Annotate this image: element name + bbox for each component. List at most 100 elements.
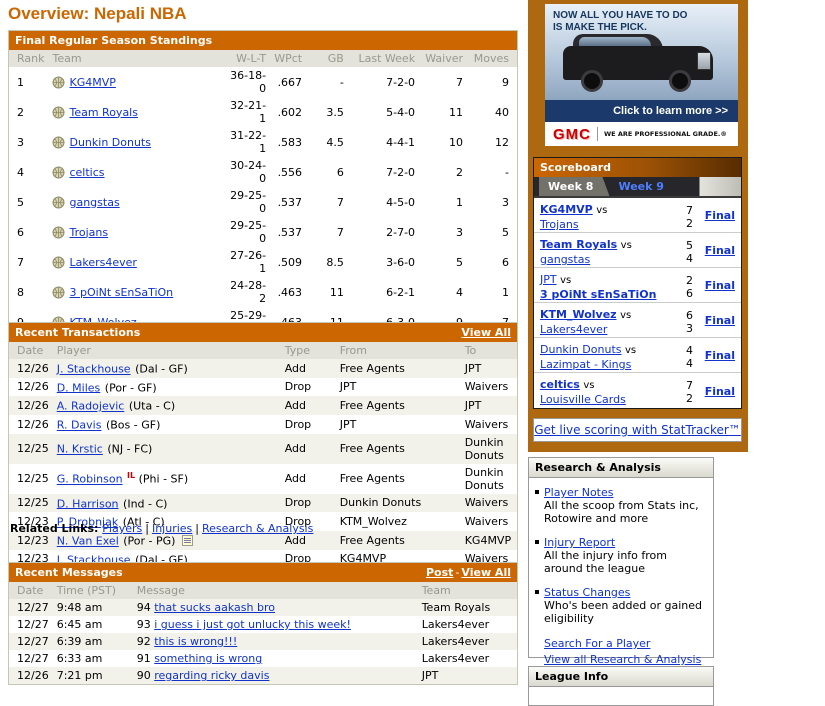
rank-cell: 7: [9, 247, 48, 277]
moves-cell: 40: [467, 97, 517, 127]
research-item-link[interactable]: Status Changes: [544, 586, 630, 599]
related-link-injuries[interactable]: Injuries: [152, 522, 192, 535]
post-message-link[interactable]: Post: [426, 566, 453, 579]
matchup-team1-link[interactable]: KTM_Wolvez: [540, 308, 617, 321]
team-link[interactable]: gangstas: [69, 196, 119, 209]
message-title-link[interactable]: this is wrong!!!: [154, 635, 237, 648]
gb-cell: 8.5: [306, 247, 348, 277]
player-link[interactable]: D. Harrison: [57, 497, 119, 510]
matchup-team2-link[interactable]: Louisville Cards: [540, 393, 626, 406]
team-link[interactable]: Trojans: [69, 226, 108, 239]
team-link[interactable]: Lakers4ever: [69, 256, 136, 269]
col-msg-date: Date: [9, 582, 53, 599]
matchup-final-link[interactable]: Final: [705, 279, 735, 292]
matchup-final-link[interactable]: Final: [705, 349, 735, 362]
transaction-to[interactable]: Waivers: [465, 380, 509, 393]
search-for-player-link[interactable]: Search For a Player: [544, 637, 650, 650]
message-date: 12/27: [9, 650, 53, 667]
transaction-from[interactable]: Free Agents: [340, 534, 405, 547]
matchup-team1-link[interactable]: KG4MVP: [540, 203, 593, 216]
matchup-team2-link[interactable]: gangstas: [540, 253, 590, 266]
related-link-research[interactable]: Research & Analysis: [202, 522, 313, 535]
transaction-from[interactable]: JPT: [340, 418, 357, 431]
matchup-score1: 4: [679, 344, 693, 357]
research-items: Player Notes All the scoop from Stats in…: [535, 486, 707, 625]
message-number: 94: [137, 601, 151, 614]
transaction-to[interactable]: JPT: [465, 362, 482, 375]
tab-week-9[interactable]: Week 9: [609, 177, 675, 196]
messages-view-all-link[interactable]: View All: [461, 566, 511, 579]
matchup-final-link[interactable]: Final: [705, 385, 735, 398]
transaction-from[interactable]: Free Agents: [340, 399, 405, 412]
ad-brand-strip: GMC WE ARE PROFESSIONAL GRADE.®: [545, 122, 738, 146]
transaction-to[interactable]: KG4MVP: [465, 534, 511, 547]
team-link[interactable]: Dunkin Donuts: [69, 136, 151, 149]
transaction-from[interactable]: Free Agents: [340, 442, 405, 455]
transactions-view-all-link[interactable]: View All: [461, 326, 511, 339]
view-all-research-link[interactable]: View all Research & Analysis: [544, 653, 701, 666]
player-link[interactable]: R. Davis: [57, 419, 102, 432]
message-title-link[interactable]: something is wrong: [154, 652, 262, 665]
col-waiver: Waiver: [419, 50, 467, 67]
message-row: 12/27 6:39 am 92 this is wrong!!! Lakers…: [9, 633, 517, 650]
message-title-link[interactable]: regarding ricky davis: [154, 669, 269, 682]
message-team: Lakers4ever: [418, 650, 517, 667]
player-link[interactable]: D. Miles: [57, 381, 101, 394]
message-title-link[interactable]: i guess i just got unlucky this week!: [154, 618, 351, 631]
player-note-icon[interactable]: [182, 535, 193, 546]
bullet-icon: [535, 540, 539, 544]
matchup-score1: 7: [679, 204, 693, 217]
matchup-team2-link[interactable]: 3 pOiNt sEnSaTiOn: [540, 288, 656, 301]
team-link[interactable]: celtics: [69, 166, 104, 179]
transaction-from[interactable]: Free Agents: [340, 362, 405, 375]
matchup-team1-link[interactable]: JPT: [540, 273, 557, 286]
matchup-team2-link[interactable]: Lazimpat - Kings: [540, 358, 631, 371]
ad-headline: NOW ALL YOU HAVE TO DO IS MAKE THE PICK.: [553, 10, 687, 34]
transaction-to[interactable]: Waivers: [465, 418, 509, 431]
player-link[interactable]: A. Radojevic: [57, 400, 125, 413]
ad-cta-button[interactable]: Click to learn more >>: [545, 100, 738, 122]
matchup-team2-link[interactable]: Lakers4ever: [540, 323, 607, 336]
matchup-team1-link[interactable]: Team Royals: [540, 238, 617, 251]
research-item-link[interactable]: Player Notes: [544, 486, 614, 499]
team-link[interactable]: KG4MVP: [69, 76, 115, 89]
matchup-final-link[interactable]: Final: [705, 244, 735, 257]
message-title-link[interactable]: that sucks aakash bro: [154, 601, 275, 614]
research-panel: Research & Analysis Player Notes All the…: [528, 457, 714, 658]
moves-cell: 5: [467, 217, 517, 247]
stattracker-link[interactable]: Get live scoring with StatTracker™: [534, 423, 741, 437]
transaction-from[interactable]: Free Agents: [340, 472, 405, 485]
player-link[interactable]: J. Stackhouse: [57, 363, 131, 376]
player-link[interactable]: G. Robinson: [57, 473, 123, 486]
transaction-from[interactable]: Dunkin Donuts: [340, 496, 422, 509]
matchup-final-link[interactable]: Final: [705, 314, 735, 327]
player-link[interactable]: N. Van Exel: [57, 535, 119, 548]
team-link[interactable]: 3 pOiNt sEnSaTiOn: [69, 286, 173, 299]
transaction-type: Add: [281, 396, 336, 415]
matchup-team2-link[interactable]: Trojans: [540, 218, 579, 231]
moves-cell: 9: [467, 67, 517, 97]
tab-week-8[interactable]: Week 8: [539, 177, 609, 196]
related-link-players[interactable]: Players: [102, 522, 142, 535]
wlt-cell: 24-28-2: [224, 277, 271, 307]
transaction-to[interactable]: Dunkin Donuts: [465, 466, 504, 492]
transaction-from[interactable]: JPT: [340, 380, 357, 393]
matchup-team1-link[interactable]: celtics: [540, 378, 580, 391]
scoreboard-panel: Scoreboard Week 8 Week 9 KG4MVP vs Troja…: [533, 157, 742, 409]
transaction-to[interactable]: Waivers: [465, 496, 509, 509]
transaction-to[interactable]: JPT: [465, 399, 482, 412]
gmc-ad-banner[interactable]: NOW ALL YOU HAVE TO DO IS MAKE THE PICK.…: [545, 4, 738, 146]
transaction-date: 12/25: [9, 494, 53, 513]
team-link[interactable]: Team Royals: [69, 106, 138, 119]
messenger-basketball-icon: [52, 136, 65, 149]
matchup-final-link[interactable]: Final: [705, 209, 735, 222]
matchup-score2: 4: [679, 357, 693, 370]
message-team: JPT: [418, 667, 517, 684]
matchup-team1-link[interactable]: Dunkin Donuts: [540, 343, 622, 356]
related-links-label: Related Links:: [10, 522, 98, 535]
player-detail: (Ind - C): [123, 497, 167, 510]
transaction-to[interactable]: Dunkin Donuts: [465, 436, 504, 462]
player-detail: (Por - GF): [105, 381, 157, 394]
player-link[interactable]: N. Krstic: [57, 443, 103, 456]
research-item-link[interactable]: Injury Report: [544, 536, 615, 549]
